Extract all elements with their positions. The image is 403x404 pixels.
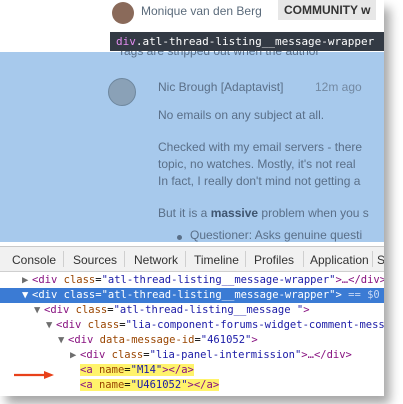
user-name[interactable]: Monique van den Berg bbox=[141, 4, 262, 18]
tooltip-tag: div bbox=[116, 35, 136, 48]
node-value: lia-component-forums-widget-comment-mess… bbox=[131, 319, 384, 331]
dom-node[interactable]: ▼ <div class="atl-thread-listing__message… bbox=[0, 303, 384, 318]
tab-divider bbox=[372, 251, 373, 267]
expanded-triangle-icon[interactable]: ▼ bbox=[22, 288, 32, 303]
expanded-triangle-icon[interactable]: ▼ bbox=[34, 303, 44, 318]
community-button[interactable]: COMMUNITY w bbox=[278, 0, 377, 20]
bullet-dot bbox=[177, 235, 182, 240]
tab-divider bbox=[303, 251, 304, 267]
node-value: M14 bbox=[136, 364, 156, 376]
inspect-tooltip: div.atl-thread-listing__message-wrapper5… bbox=[110, 32, 384, 51]
node-attr: name bbox=[98, 364, 125, 376]
tab-sources[interactable]: Sources bbox=[73, 253, 117, 267]
node-tag: div bbox=[62, 319, 82, 331]
collapsed-triangle-icon[interactable]: ▶ bbox=[70, 348, 80, 363]
node-attr: class bbox=[87, 319, 120, 331]
expanded-triangle-icon[interactable]: ▼ bbox=[58, 333, 68, 348]
node-attr: class bbox=[63, 274, 96, 286]
node-tail: > bbox=[335, 289, 342, 301]
message-paragraph: topic, no watches. Mostly, it's not real bbox=[158, 157, 356, 171]
tooltip-selector: .atl-thread-listing__message-wrapper bbox=[135, 35, 375, 48]
tab-console[interactable]: Console bbox=[12, 253, 56, 267]
console-ref: == $0 bbox=[348, 289, 380, 301]
tab-divider bbox=[124, 251, 125, 267]
node-tag: a bbox=[86, 364, 93, 376]
post-time: 12m ago bbox=[315, 80, 362, 94]
tab-divider bbox=[245, 251, 246, 267]
node-attr: class bbox=[75, 304, 108, 316]
tab-divider bbox=[63, 251, 64, 267]
p5-bold: massive bbox=[210, 206, 259, 220]
node-value: atl-thread-listing__message bbox=[119, 304, 297, 316]
tab-profiles[interactable]: Profiles bbox=[254, 253, 294, 267]
node-value: atl-thread-listing__message-wrapper bbox=[107, 274, 330, 286]
dom-node[interactable]: ▶ <div class="lia-panel-intermission">…</… bbox=[0, 348, 384, 363]
dom-node[interactable]: ▼ <div data-message-id="461052"> bbox=[0, 333, 384, 348]
dom-node[interactable]: ▼ <div class="lia-component-forums-widget… bbox=[0, 318, 384, 333]
node-attr: data-message-id bbox=[99, 334, 195, 346]
page-top-bar: Monique van den Berg COMMUNITY w bbox=[0, 0, 384, 28]
node-tag: div bbox=[74, 334, 94, 346]
screenshot-frame: Monique van den Berg COMMUNITY w Tags ar… bbox=[0, 0, 384, 396]
node-tail: > bbox=[303, 304, 310, 316]
node-tag: div bbox=[38, 274, 58, 286]
message-paragraph: No emails on any subject at all. bbox=[158, 108, 325, 122]
p5-suffix: problem when you s bbox=[258, 206, 369, 220]
node-value: lia-panel-intermission bbox=[155, 349, 295, 361]
node-tail: > bbox=[251, 334, 258, 346]
collapsed-triangle-icon[interactable]: ▶ bbox=[22, 273, 32, 288]
dom-node[interactable]: ▶ <div class="atl-thread-listing__message… bbox=[0, 273, 384, 288]
expanded-triangle-icon[interactable]: ▼ bbox=[46, 318, 56, 333]
dom-node-anchor[interactable]: <a name="U461052"></a> bbox=[0, 378, 384, 393]
message-paragraph: In fact, I really don't mind not getting… bbox=[158, 174, 361, 188]
author-name[interactable]: Nic Brough [Adaptavist] bbox=[158, 80, 283, 94]
node-tag: div bbox=[86, 349, 106, 361]
message-paragraph: Checked with my email servers - there bbox=[158, 140, 363, 154]
author-avatar[interactable] bbox=[108, 78, 136, 106]
node-attr: class bbox=[63, 289, 96, 301]
tab-divider bbox=[185, 251, 186, 267]
p5-prefix: But it is a bbox=[158, 206, 211, 220]
message-paragraph: But it is a massive problem when you s bbox=[158, 206, 369, 220]
tab-application[interactable]: Application bbox=[310, 253, 369, 267]
node-value: U461052 bbox=[136, 379, 182, 391]
node-tag: div bbox=[38, 289, 58, 301]
web-page: Monique van den Berg COMMUNITY w Tags ar… bbox=[0, 0, 384, 242]
dom-node-anchor[interactable]: <a name="M14"></a> bbox=[0, 363, 384, 378]
node-value: 461052 bbox=[207, 334, 246, 346]
node-tail: >…</div> bbox=[335, 274, 384, 286]
devtools-panel: Console Sources Network Timeline Profile… bbox=[0, 246, 384, 396]
node-value: atl-thread-listing__message-wrapper bbox=[107, 289, 330, 301]
node-tag: a bbox=[86, 379, 93, 391]
node-attr: class bbox=[111, 349, 144, 361]
tab-timeline[interactable]: Timeline bbox=[194, 253, 239, 267]
tab-security[interactable]: Se bbox=[377, 253, 384, 267]
node-tail: >…</div> bbox=[301, 349, 352, 361]
bullet-item: Questioner: Asks genuine questi bbox=[190, 228, 363, 242]
devtools-tab-bar: Console Sources Network Timeline Profile… bbox=[0, 247, 384, 272]
user-avatar[interactable] bbox=[112, 2, 134, 24]
dom-node-selected[interactable]: ▼ <div class="atl-thread-listing__message… bbox=[0, 288, 384, 303]
node-tail: ></a> bbox=[162, 364, 194, 376]
node-attr: name bbox=[98, 379, 125, 391]
node-tail: ></a> bbox=[187, 379, 220, 391]
red-arrow-icon bbox=[14, 371, 54, 379]
node-tag: div bbox=[50, 304, 70, 316]
tab-network[interactable]: Network bbox=[134, 253, 178, 267]
